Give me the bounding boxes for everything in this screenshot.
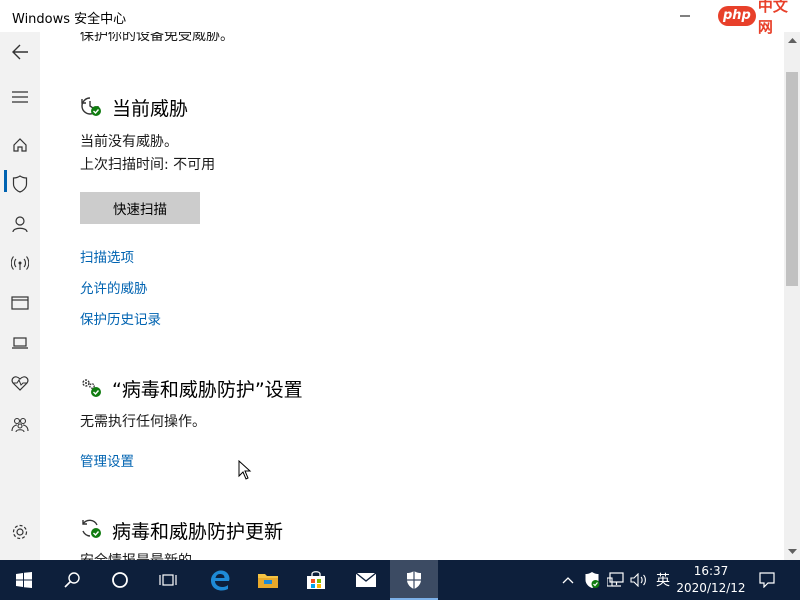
settings-icon <box>12 524 28 540</box>
tray-security-button[interactable] <box>581 560 603 600</box>
watermark-brand: php <box>718 6 756 26</box>
notifications-button[interactable] <box>754 560 780 600</box>
clock-time: 16:37 <box>693 564 729 578</box>
vertical-scrollbar[interactable] <box>784 32 800 560</box>
edge-button[interactable] <box>196 560 244 600</box>
nav-home[interactable] <box>0 125 40 165</box>
taskbar-clock[interactable]: 16:37 2020/12/12 <box>676 563 746 597</box>
security-taskbar-button[interactable] <box>390 560 438 600</box>
cortana-icon <box>112 572 128 588</box>
minimize-button[interactable] <box>662 0 708 32</box>
gears-check-icon <box>82 379 101 397</box>
file-explorer-button[interactable] <box>244 560 292 600</box>
minimize-icon <box>680 15 690 17</box>
mouse-cursor <box>238 460 252 480</box>
nav-device-health[interactable] <box>0 363 40 403</box>
volume-icon <box>630 573 646 587</box>
task-view-button[interactable] <box>144 560 192 600</box>
store-button[interactable] <box>292 560 340 600</box>
heart-icon <box>11 376 29 391</box>
input-method-indicator[interactable]: 英 <box>652 560 674 600</box>
nav-account[interactable] <box>0 204 40 244</box>
nav-firewall[interactable] <box>0 243 40 283</box>
main-content: 保护你的设备免受威胁。 当前威胁 当前没有威胁。 上次扫描时间: 不可用 快速扫… <box>40 32 784 560</box>
taskbar: 英 16:37 2020/12/12 <box>0 560 800 600</box>
chevron-up-icon <box>787 38 797 43</box>
start-button[interactable] <box>0 560 48 600</box>
mail-icon <box>355 572 377 587</box>
protection-history-link[interactable]: 保护历史记录 <box>80 308 161 328</box>
settings-heading: “病毒和威胁防护”设置 <box>112 379 303 401</box>
chevron-up-icon <box>562 577 574 584</box>
network-icon <box>607 572 624 587</box>
nav-settings[interactable] <box>0 512 40 552</box>
family-icon <box>11 417 29 432</box>
cortana-button[interactable] <box>96 560 144 600</box>
current-threats-heading: 当前威胁 <box>112 98 189 120</box>
mail-button[interactable] <box>342 560 390 600</box>
notification-icon <box>759 572 775 588</box>
nav-app-browser[interactable] <box>0 283 40 323</box>
allowed-threats-link[interactable]: 允许的威胁 <box>80 277 148 297</box>
chevron-down-icon <box>787 549 797 554</box>
start-icon <box>16 572 32 588</box>
scroll-down-button[interactable] <box>784 544 800 560</box>
shield-icon <box>12 175 28 193</box>
quick-scan-button[interactable]: 快速扫描 <box>80 192 200 224</box>
search-icon <box>64 572 80 588</box>
clock-date: 2020/12/12 <box>676 581 746 595</box>
threat-status-text: 当前没有威胁。 <box>80 134 178 150</box>
last-scan-text: 上次扫描时间: 不可用 <box>80 157 216 173</box>
browser-icon <box>11 296 29 310</box>
store-icon <box>307 571 325 589</box>
edge-icon <box>211 570 230 591</box>
scroll-up-button[interactable] <box>784 32 800 48</box>
watermark: php 中文网 <box>718 0 800 36</box>
title-bar: Windows 安全中心 php 中文网 <box>0 0 800 36</box>
window-title: Windows 安全中心 <box>12 12 127 27</box>
scan-options-link[interactable]: 扫描选项 <box>80 246 134 266</box>
sidebar <box>0 32 40 560</box>
laptop-icon <box>12 337 28 349</box>
tray-network-button[interactable] <box>605 560 627 600</box>
menu-button[interactable] <box>0 77 40 117</box>
file-explorer-icon <box>258 574 278 588</box>
clock-check-icon <box>81 97 101 116</box>
search-button[interactable] <box>48 560 96 600</box>
wifi-icon <box>11 256 29 270</box>
settings-status-text: 无需执行任何操作。 <box>80 414 206 430</box>
back-button[interactable] <box>0 32 40 72</box>
home-icon <box>13 138 27 152</box>
active-indicator <box>4 170 7 192</box>
back-icon <box>12 44 28 60</box>
scroll-thumb[interactable] <box>786 72 798 286</box>
nav-virus-protection[interactable] <box>0 164 40 204</box>
person-icon <box>12 216 28 233</box>
task-view-icon <box>159 574 177 586</box>
manage-settings-link[interactable]: 管理设置 <box>80 450 134 470</box>
section-description-cutoff: 保护你的设备免受威胁。 <box>80 32 234 44</box>
update-check-icon <box>82 519 101 538</box>
security-tray-icon <box>585 572 600 588</box>
show-hidden-icons-button[interactable] <box>558 560 578 600</box>
nav-family-options[interactable] <box>0 404 40 444</box>
menu-icon <box>12 91 28 103</box>
updates-status-cutoff: 安全情报是最新的 <box>80 550 192 560</box>
nav-device-security[interactable] <box>0 323 40 363</box>
updates-heading: 病毒和威胁防护更新 <box>112 521 284 543</box>
tray-volume-button[interactable] <box>628 560 650 600</box>
security-icon <box>407 571 421 589</box>
